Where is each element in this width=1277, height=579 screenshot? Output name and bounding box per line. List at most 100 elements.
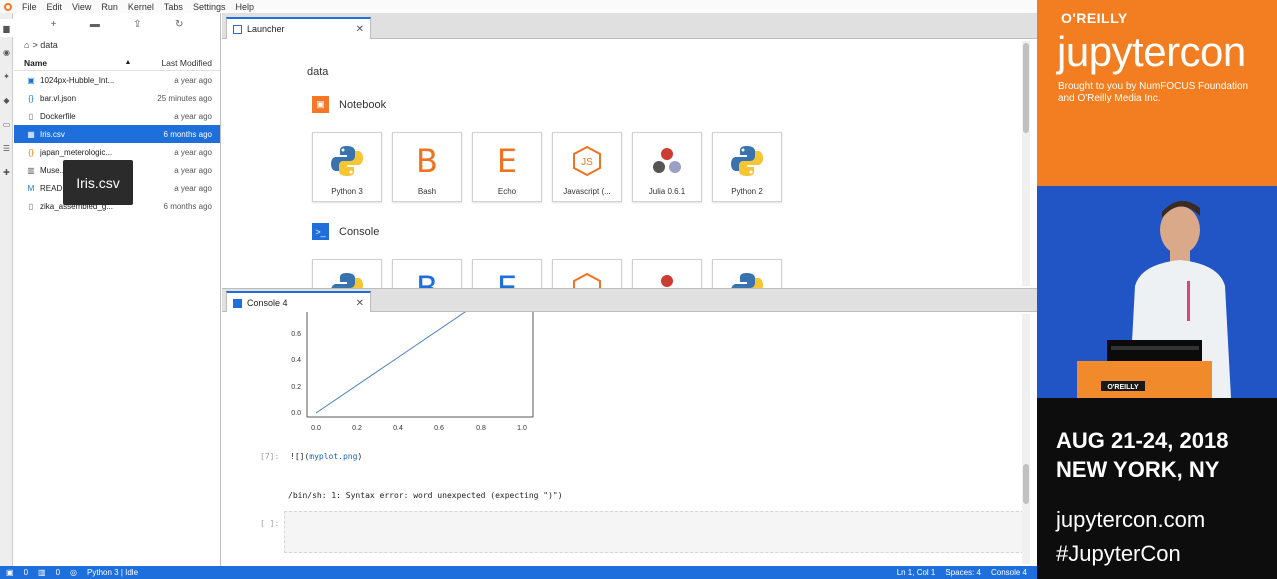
- x-tick-label: 0.4: [393, 425, 403, 432]
- console-tab-icon: [233, 298, 242, 308]
- bash-letter-icon: B: [416, 269, 438, 288]
- upload-icon[interactable]: ⇪: [133, 19, 141, 30]
- tab-launcher[interactable]: Launcher ✕: [226, 17, 371, 39]
- notebook-card-python3[interactable]: Python 3: [312, 132, 382, 202]
- x-tick-label: 0.6: [434, 425, 444, 432]
- book-icon: ▥: [27, 165, 35, 175]
- file-row[interactable]: ▯ Dockerfile a year ago: [14, 107, 220, 125]
- jupyter-logo-icon: [0, 0, 16, 13]
- notebook-card-python2[interactable]: Python 2: [712, 132, 782, 202]
- notebook-icon: ▣: [312, 96, 329, 113]
- close-icon[interactable]: ✕: [356, 24, 364, 35]
- notebook-card-julia[interactable]: Julia 0.6.1: [632, 132, 702, 202]
- file-icon: ▯: [28, 201, 34, 211]
- cursor-position[interactable]: Ln 1, Col 1: [897, 568, 936, 577]
- breadcrumb-folder[interactable]: data: [40, 40, 58, 50]
- kernel-label: Python 3: [331, 187, 363, 196]
- new-folder-icon[interactable]: ▬: [90, 19, 100, 30]
- podium-label: O'REILLY: [1107, 384, 1139, 391]
- kernel-icon[interactable]: ▥: [38, 568, 46, 577]
- x-tick-label: 0.0: [311, 425, 321, 432]
- notebook-card-javascript[interactable]: JS Javascript (...: [552, 132, 622, 202]
- palette-tab-icon[interactable]: ◆: [0, 91, 13, 109]
- scrollbar-thumb[interactable]: [1023, 464, 1029, 504]
- menu-help[interactable]: Help: [235, 2, 254, 12]
- indent-spaces[interactable]: Spaces: 4: [945, 568, 981, 577]
- menu-edit[interactable]: Edit: [47, 2, 63, 12]
- file-modified: 6 months ago: [163, 201, 212, 211]
- close-icon[interactable]: ✕: [356, 298, 364, 309]
- x-tick-label: 1.0: [517, 425, 527, 432]
- refresh-icon[interactable]: ↻: [175, 19, 183, 30]
- launcher-cwd: data: [307, 66, 329, 78]
- new-launcher-icon[interactable]: +: [51, 19, 57, 30]
- event-dates: AUG 21-24, 2018 NEW YORK, NY: [1056, 426, 1228, 484]
- menu-view[interactable]: View: [72, 2, 91, 12]
- x-tick-label: 0.2: [352, 425, 362, 432]
- console-input-cell[interactable]: [284, 511, 1024, 553]
- nodejs-icon: [553, 270, 621, 288]
- menu-kernel[interactable]: Kernel: [128, 2, 154, 12]
- city-line: NEW YORK, NY: [1056, 457, 1220, 482]
- scrollbar-thumb[interactable]: [1023, 43, 1029, 133]
- code-argument: myplot.png: [309, 452, 358, 461]
- svg-text:JS: JS: [581, 157, 593, 168]
- console-card-echo[interactable]: E: [472, 259, 542, 288]
- tabs-list-icon[interactable]: ▭: [0, 115, 13, 133]
- conference-overlay: O'REILLY jupytercon Brought to you by Nu…: [1037, 0, 1277, 579]
- json-icon: {}: [28, 93, 34, 103]
- kernel-status-icon: ◎: [70, 568, 78, 577]
- file-browser: + ▬ ⇪ ↻ ⌂ > data Name ▲ Last Modified ▣ …: [14, 13, 221, 566]
- tab-console[interactable]: Console 4 ✕: [226, 291, 371, 313]
- kernel-label: Javascript (...: [563, 187, 611, 196]
- console-card-julia[interactable]: [632, 259, 702, 288]
- file-row[interactable]: {} japan_meterologic... a year ago: [14, 143, 220, 161]
- y-tick-label: 0.0: [291, 410, 301, 417]
- cell-code[interactable]: ![](myplot.png): [290, 452, 362, 461]
- notebook-section-title: Notebook: [339, 98, 387, 111]
- json-icon: {}: [28, 147, 34, 157]
- tab-console-label: Console 4: [247, 298, 288, 308]
- status-right: Ln 1, Col 1 Spaces: 4 Console 4: [897, 568, 1037, 577]
- menu-run[interactable]: Run: [101, 2, 118, 12]
- console-card-bash[interactable]: B: [392, 259, 462, 288]
- file-name: bar.vl.json: [40, 93, 77, 103]
- folder-tab-icon[interactable]: ▆: [0, 19, 13, 37]
- name-column-header[interactable]: Name: [24, 58, 125, 68]
- kernel-label: Echo: [497, 187, 517, 196]
- terminal-count: 0: [23, 568, 29, 577]
- console-card-python2[interactable]: [712, 259, 782, 288]
- hashtag-text: #JupyterCon: [1056, 541, 1181, 566]
- file-modified: a year ago: [174, 111, 212, 121]
- terminal-icon[interactable]: ▣: [6, 568, 14, 577]
- commands-tab-icon[interactable]: ✦: [0, 67, 13, 85]
- console-card-javascript[interactable]: [552, 259, 622, 288]
- echo-letter-icon: E: [496, 142, 518, 180]
- console-panel: 0.6 0.4 0.2 0.0 0.0 0.2 0.4 0.6 0.8 1.0 …: [226, 312, 1032, 566]
- speaker-photo: O'REILLY: [1037, 186, 1277, 398]
- console-scrollbar[interactable]: [1022, 314, 1030, 564]
- menu-file[interactable]: File: [22, 2, 37, 12]
- julia-dots-icon: [633, 270, 701, 288]
- console-card-python3[interactable]: [312, 259, 382, 288]
- notebook-card-bash[interactable]: B Bash: [392, 132, 462, 202]
- launcher-scrollbar[interactable]: [1022, 41, 1030, 286]
- file-modified: 25 minutes ago: [157, 93, 212, 103]
- file-modified: a year ago: [174, 183, 212, 193]
- file-row[interactable]: ▣ 1024px-Hubble_Int... a year ago: [14, 71, 220, 89]
- file-row[interactable]: {} bar.vl.json 25 minutes ago: [14, 89, 220, 107]
- publisher-logo: O'REILLY: [1061, 10, 1128, 26]
- file-row-selected[interactable]: ▦ Iris.csv 6 months ago: [14, 125, 220, 143]
- menu-tabs[interactable]: Tabs: [164, 2, 183, 12]
- notebook-card-echo[interactable]: E Echo: [472, 132, 542, 202]
- modified-column-header[interactable]: Last Modified: [161, 58, 212, 68]
- event-banner: O'REILLY jupytercon Brought to you by Nu…: [1037, 0, 1277, 186]
- y-tick-label: 0.2: [291, 384, 301, 391]
- menu-settings[interactable]: Settings: [193, 2, 226, 12]
- left-activity-bar: ▆ ◉ ✦ ◆ ▭ ☰ ✚: [0, 13, 13, 566]
- list-tab-icon[interactable]: ☰: [0, 139, 13, 157]
- home-icon[interactable]: ⌂: [24, 40, 29, 50]
- kernel-status[interactable]: Python 3 | Idle: [87, 568, 138, 577]
- running-tab-icon[interactable]: ◉: [0, 43, 13, 61]
- extension-tab-icon[interactable]: ✚: [0, 163, 13, 181]
